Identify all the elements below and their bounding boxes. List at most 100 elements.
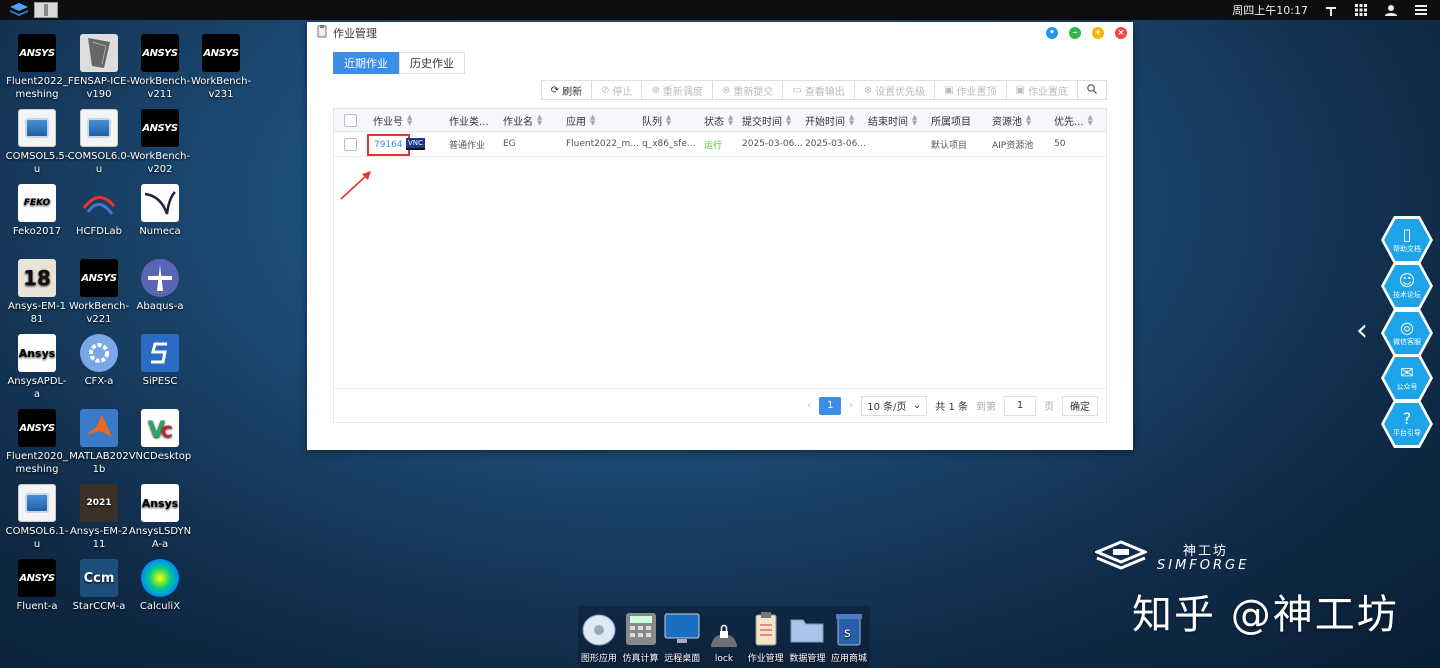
calculator-icon [623,611,659,647]
desktop-icon-label: WorkBench-v221 [68,301,130,325]
dock-job-management[interactable]: 作业管理 [746,611,786,664]
simforge-brand: 神工坊 SIMFORGE [1093,540,1249,577]
cell-project: 默认项目 [931,140,968,151]
desktop-icon-label: WorkBench-v231 [190,76,252,100]
col-queue[interactable]: 队列 ▲ ▼ [642,109,671,131]
zhihu-watermark: 知乎 @神工坊 [1132,592,1399,638]
prev-page-icon[interactable]: ‹ [807,400,811,411]
window-switcher-icon[interactable] [34,2,58,18]
desktop-icon-comsol6-1-u[interactable]: COMSOL6.1-u [5,484,69,551]
start-menu-icon[interactable] [8,2,30,18]
col-project[interactable]: 所属项目 [931,109,971,131]
sort-icon: ▲ ▼ [407,113,413,127]
desktop-icon-comsol6-0-u[interactable]: COMSOL6.0-u [67,109,131,176]
page-size-select[interactable]: 10 条/页 ⌄ [861,395,928,416]
reschedule-button[interactable]: ⊗ 重新调度 [642,81,713,99]
col-end-time[interactable]: 结束时间 ▲ ▼ [868,109,917,131]
desktop-icon-cfx-a[interactable]: CFX-a [67,334,131,388]
col-job-id[interactable]: 作业号 ▲ ▼ [373,109,412,131]
next-page-icon[interactable]: › [849,400,853,411]
feko-logo-icon: FEKO [18,184,56,222]
apps-grid-icon[interactable] [1354,3,1368,17]
table-row[interactable]: 79164 VNC 普通作业 EG Fluent2022_m... q_x86_… [334,132,1106,157]
desktop-icon-workbench-v202[interactable]: ANSYS WorkBench-v202 [128,109,192,176]
desktop-icon-calculix[interactable]: CalculiX [128,559,192,613]
vnc-button[interactable]: VNC [406,138,425,150]
icon-badge-text: Ccm [83,570,115,586]
stop-button[interactable]: ⊘ 停止 [592,81,643,99]
dock-graphic-apps[interactable]: 图形应用 [579,611,619,664]
goto-page-input[interactable]: 1 [1004,395,1036,416]
desktop-icon-abaqus-a[interactable]: Abaqus-a [128,259,192,313]
col-app[interactable]: 应用 ▲ ▼ [566,109,595,131]
select-all-checkbox[interactable] [344,113,357,127]
col-job-type[interactable]: 作业类... [449,109,501,131]
page-number-active[interactable]: 1 [819,396,842,415]
dock-simulation[interactable]: 仿真计算 [621,611,661,664]
desktop-icon-workbench-v211[interactable]: ANSYS WorkBench-v211 [128,34,192,101]
desktop-icon-label: Abaqus-a [136,301,184,312]
goto-confirm-button[interactable]: 确定 [1062,395,1098,416]
desktop-icon-numeca[interactable]: Numeca [128,184,192,238]
table-header: 作业号 ▲ ▼ 作业类... 作业名 ▲ ▼ 应用 ▲ ▼ 队列 ▲ ▼ 状态 ▲ ▼ 提交时间 ▲ ▼… [334,109,1106,132]
menu-icon[interactable] [1414,3,1428,17]
desktop-icon-fluent2020-meshing[interactable]: ANSYS Fluent2020_meshing [5,409,69,476]
view-output-button[interactable]: ▭ 查看输出 [783,81,855,99]
sort-icon: ▲ ▼ [912,113,918,127]
window-minimize-button[interactable]: – [1069,27,1081,39]
window-titlebar[interactable]: 作业管理 • – + × [307,22,1133,44]
comsol-logo-icon [80,109,118,147]
col-start-time[interactable]: 开始时间 ▲ ▼ [805,109,854,131]
dock-remote-desktop[interactable]: 远程桌面 [662,611,702,664]
desktop-icon-vncdesktop[interactable]: V C VNCDesktop [128,409,192,463]
network-icon[interactable] [1324,3,1338,17]
row-checkbox[interactable] [344,137,357,151]
col-priority[interactable]: 优先... ▲ ▼ [1054,109,1093,131]
panel-collapse-chevron-icon[interactable]: ‹ [1356,316,1368,346]
window-maximize-button[interactable]: + [1092,27,1104,39]
desktop-icon-fluent2022-meshing[interactable]: ANSYS Fluent2022_meshing [5,34,69,101]
search-button[interactable] [1078,81,1106,99]
resubmit-button[interactable]: ⊗ 重新提交 [713,81,784,99]
icon-badge-text: ANSYS [19,47,55,59]
window-close-button[interactable]: × [1115,27,1127,39]
desktop-icon-workbench-v221[interactable]: ANSYS WorkBench-v221 [67,259,131,326]
view-output-label: 查看输出 [804,86,845,98]
desktop-icon-fensap-ice-v190[interactable]: FENSAP-ICE-v190 [67,34,131,101]
desktop-icon-ansys-em-181[interactable]: 18 Ansys-EM-181 [5,259,69,326]
desktop-icon-feko2017[interactable]: FEKO Feko2017 [5,184,69,238]
simforge-logo-icon [1093,540,1149,577]
desktop-icon-ansyslsdyna-a[interactable]: Ansys AnsysLSDYNA-a [128,484,192,551]
tab-recent-jobs[interactable]: 近期作业 [333,52,399,74]
window-pin-button[interactable]: • [1046,27,1058,39]
col-status[interactable]: 状态 ▲ ▼ [704,109,733,131]
desktop-icon-matlab2021b[interactable]: MATLAB2021b [67,409,131,476]
col-submit-time[interactable]: 提交时间 ▲ ▼ [742,109,791,131]
dock-data-management[interactable]: 数据管理 [787,611,827,664]
desktop-icon-label: HCFDLab [75,226,122,237]
set-priority-button[interactable]: ⊗ 设置优先级 [855,81,936,99]
job-bottom-button[interactable]: ▣ 作业置底 [1007,81,1078,99]
dock-lock[interactable]: lock [704,614,744,664]
desktop-icon-fluent-a[interactable]: ANSYS Fluent-a [5,559,69,613]
side-button-label: 平台引导 [1393,429,1421,437]
dock-label: 数据管理 [789,654,826,664]
col-pool[interactable]: 资源池 ▲ ▼ [992,109,1031,131]
col-job-name[interactable]: 作业名 ▲ ▼ [503,109,542,131]
desktop-icon-workbench-v231[interactable]: ANSYS WorkBench-v231 [189,34,253,101]
desktop-icon-ansysapdl-a[interactable]: Ansys AnsysAPDL-a [5,334,69,401]
user-icon[interactable] [1384,3,1398,17]
cell-job-name: EG [503,139,516,149]
desktop-icon-comsol5-5-u[interactable]: COMSOL5.5-u [5,109,69,176]
cell-queue: q_x86_sfe... [642,139,696,149]
job-id-link[interactable]: 79164 [367,133,410,156]
sort-icon: ▲ ▼ [590,113,596,127]
dock-app-store[interactable]: s 应用商城 [829,611,869,664]
desktop-icon-sipesc[interactable]: SiPESC [128,334,192,388]
desktop-icon-starccm-a[interactable]: Ccm StarCCM-a [67,559,131,613]
job-top-button[interactable]: ▣ 作业置顶 [935,81,1007,99]
desktop-icon-hcfdlab[interactable]: HCFDLab [67,184,131,238]
desktop-icon-ansys-em-211[interactable]: 2021 Ansys-EM-211 [67,484,131,551]
tab-history-jobs[interactable]: 历史作业 [399,52,465,74]
refresh-button[interactable]: ⟳ 刷新 [542,81,593,99]
